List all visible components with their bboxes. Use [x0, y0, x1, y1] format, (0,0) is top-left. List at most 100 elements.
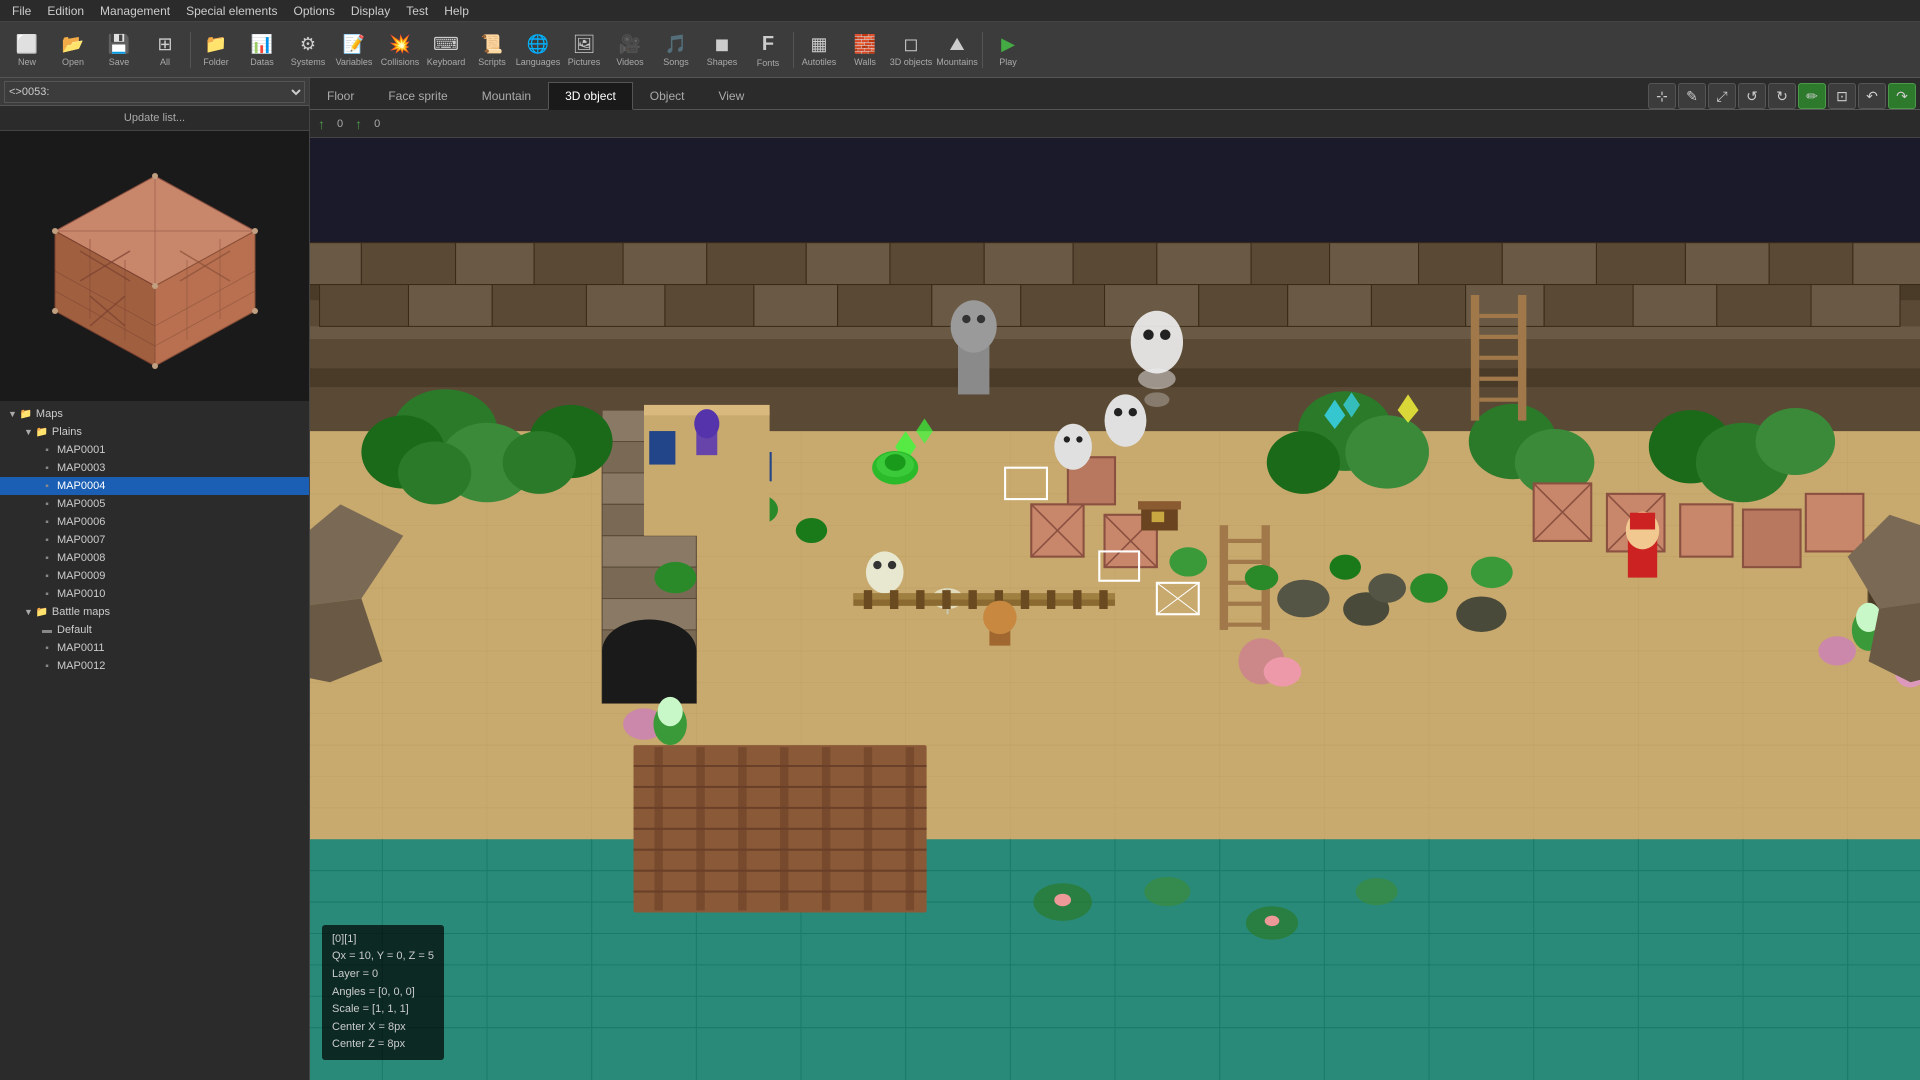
pencil-tool-btn[interactable]: ✎: [1678, 83, 1706, 109]
update-list-button[interactable]: Update list...: [0, 106, 309, 131]
separator-2: [793, 32, 794, 68]
map-icon-0003: ▪: [40, 461, 54, 475]
toolbar-all-btn[interactable]: ⊞ All: [142, 26, 188, 74]
toolbar-open-btn[interactable]: 📂 Open: [50, 26, 96, 74]
fonts-icon: F: [762, 33, 774, 56]
toolbar-scripts-btn[interactable]: 📜 Scripts: [469, 26, 515, 74]
chevron-down-icon-battle: ▼: [24, 607, 33, 617]
tree-item-map0009[interactable]: ▪ MAP0009: [0, 567, 309, 585]
tree-item-map0001[interactable]: ▪ MAP0001: [0, 441, 309, 459]
menu-options[interactable]: Options: [285, 2, 342, 20]
tree-item-maps[interactable]: ▼ 📁 Maps: [0, 405, 309, 423]
tab-mountain[interactable]: Mountain: [465, 81, 548, 109]
menu-file[interactable]: File: [4, 2, 39, 20]
menu-test[interactable]: Test: [398, 2, 436, 20]
tab-face-sprite[interactable]: Face sprite: [371, 81, 464, 109]
rotate-right-btn[interactable]: ↻: [1768, 83, 1796, 109]
toolbar-variables-btn[interactable]: 📝 Variables: [331, 26, 377, 74]
toolbar-systems-btn[interactable]: ⚙ Systems: [285, 26, 331, 74]
info-line1: [0][1]: [332, 931, 434, 949]
toolbar-songs-btn[interactable]: 🎵 Songs: [653, 26, 699, 74]
tree-item-map0007[interactable]: ▪ MAP0007: [0, 531, 309, 549]
square-icon: ⊡: [1836, 88, 1848, 105]
up-arrow-icon: ↑: [318, 116, 325, 132]
toolbar-mountains-btn[interactable]: ⛰ Mountains: [934, 26, 980, 74]
square-tool-btn[interactable]: ⊡: [1828, 83, 1856, 109]
toolbar-3dobjects-btn[interactable]: ◻ 3D objects: [888, 26, 934, 74]
map-selector-dropdown[interactable]: <>0053:: [4, 81, 305, 103]
tree-item-map0006[interactable]: ▪ MAP0006: [0, 513, 309, 531]
tab-3dobject[interactable]: 3D object: [548, 82, 633, 110]
toolbar-shapes-btn[interactable]: ◼ Shapes: [699, 26, 745, 74]
tree-item-map0005[interactable]: ▪ MAP0005: [0, 495, 309, 513]
rotate-left-icon: ↺: [1746, 88, 1758, 105]
toolbar-collisions-btn[interactable]: 💥 Collisions: [377, 26, 423, 74]
toolbar-collisions-label: Collisions: [381, 57, 420, 67]
tree-label-map0011: MAP0011: [57, 642, 105, 654]
rotate-left-btn[interactable]: ↺: [1738, 83, 1766, 109]
info-line6: Center X = 8px: [332, 1019, 434, 1037]
map-icon-0006: ▪: [40, 515, 54, 529]
toolbar-languages-btn[interactable]: 🌐 Languages: [515, 26, 561, 74]
toolbar-videos-label: Videos: [616, 57, 643, 67]
tree-item-battlemaps[interactable]: ▼ 📁 Battle maps: [0, 603, 309, 621]
toolbar-walls-btn[interactable]: 🧱 Walls: [842, 26, 888, 74]
tree-item-map0004[interactable]: ▪ MAP0004: [0, 477, 309, 495]
tree-item-default[interactable]: ▬ Default: [0, 621, 309, 639]
tree-item-map0010[interactable]: ▪ MAP0010: [0, 585, 309, 603]
tab-object[interactable]: Object: [633, 81, 702, 109]
menu-special-elements[interactable]: Special elements: [178, 2, 285, 20]
toolbar-fonts-label: Fonts: [757, 58, 780, 68]
info-overlay: [0][1] Qx = 10, Y = 0, Z = 5 Layer = 0 A…: [322, 925, 444, 1060]
toolbar-videos-btn[interactable]: 🎥 Videos: [607, 26, 653, 74]
cube-preview-svg: [35, 156, 275, 376]
toolbar-save-btn[interactable]: 💾 Save: [96, 26, 142, 74]
tree-label-battlemaps: Battle maps: [52, 606, 110, 618]
undo-btn[interactable]: ↶: [1858, 83, 1886, 109]
map-icon-default: ▬: [40, 623, 54, 637]
toolbar-folder-btn[interactable]: 📁 Folder: [193, 26, 239, 74]
cursor-tool-btn[interactable]: ⊹: [1648, 83, 1676, 109]
tree-item-map0012[interactable]: ▪ MAP0012: [0, 657, 309, 675]
toolbar-fonts-btn[interactable]: F Fonts: [745, 26, 791, 74]
tree-item-plains[interactable]: ▼ 📁 Plains: [0, 423, 309, 441]
folder-icon-battlemaps: 📁: [35, 605, 49, 619]
redo-btn[interactable]: ↷: [1888, 83, 1916, 109]
tree-label-plains: Plains: [52, 426, 82, 438]
play-icon: ▶: [1001, 34, 1015, 55]
tree-item-map0011[interactable]: ▪ MAP0011: [0, 639, 309, 657]
tree-label-map0006: MAP0006: [57, 516, 105, 528]
folder-icon-plains: 📁: [35, 425, 49, 439]
toolbar-variables-label: Variables: [336, 57, 373, 67]
tree-item-map0003[interactable]: ▪ MAP0003: [0, 459, 309, 477]
tree-label-map0001: MAP0001: [57, 444, 105, 456]
toolbar-autotiles-btn[interactable]: ▦ Autotiles: [796, 26, 842, 74]
toolbar-datas-btn[interactable]: 📊 Datas: [239, 26, 285, 74]
toolbar-play-btn[interactable]: ▶ Play: [985, 26, 1031, 74]
videos-icon: 🎥: [619, 34, 641, 55]
tree-label-map0005: MAP0005: [57, 498, 105, 510]
tab-view[interactable]: View: [701, 81, 761, 109]
redo-icon: ↷: [1896, 88, 1908, 105]
menu-help[interactable]: Help: [436, 2, 477, 20]
rotate-right-icon: ↻: [1776, 88, 1788, 105]
toolbar-save-label: Save: [109, 57, 130, 67]
menu-management[interactable]: Management: [92, 2, 178, 20]
paint-tool-btn[interactable]: ✏: [1798, 83, 1826, 109]
tree-item-map0008[interactable]: ▪ MAP0008: [0, 549, 309, 567]
autotiles-icon: ▦: [810, 34, 827, 55]
toolbar-keyboard-label: Keyboard: [427, 57, 466, 67]
toolbar-pictures-btn[interactable]: 🖼 Pictures: [561, 26, 607, 74]
chevron-down-icon: ▼: [8, 409, 17, 419]
menu-edition[interactable]: Edition: [39, 2, 92, 20]
paint-icon: ✏: [1806, 88, 1818, 105]
undo-icon: ↶: [1866, 88, 1878, 105]
tab-floor[interactable]: Floor: [310, 81, 371, 109]
menu-display[interactable]: Display: [343, 2, 398, 20]
toolbar-keyboard-btn[interactable]: ⌨ Keyboard: [423, 26, 469, 74]
move-tool-btn[interactable]: ⤢: [1708, 83, 1736, 109]
folder-icon-maps: 📁: [19, 407, 33, 421]
map-viewport[interactable]: [0][1] Qx = 10, Y = 0, Z = 5 Layer = 0 A…: [310, 138, 1920, 1080]
toolbar-new-btn[interactable]: ⬜ New: [4, 26, 50, 74]
keyboard-icon: ⌨: [433, 34, 459, 55]
